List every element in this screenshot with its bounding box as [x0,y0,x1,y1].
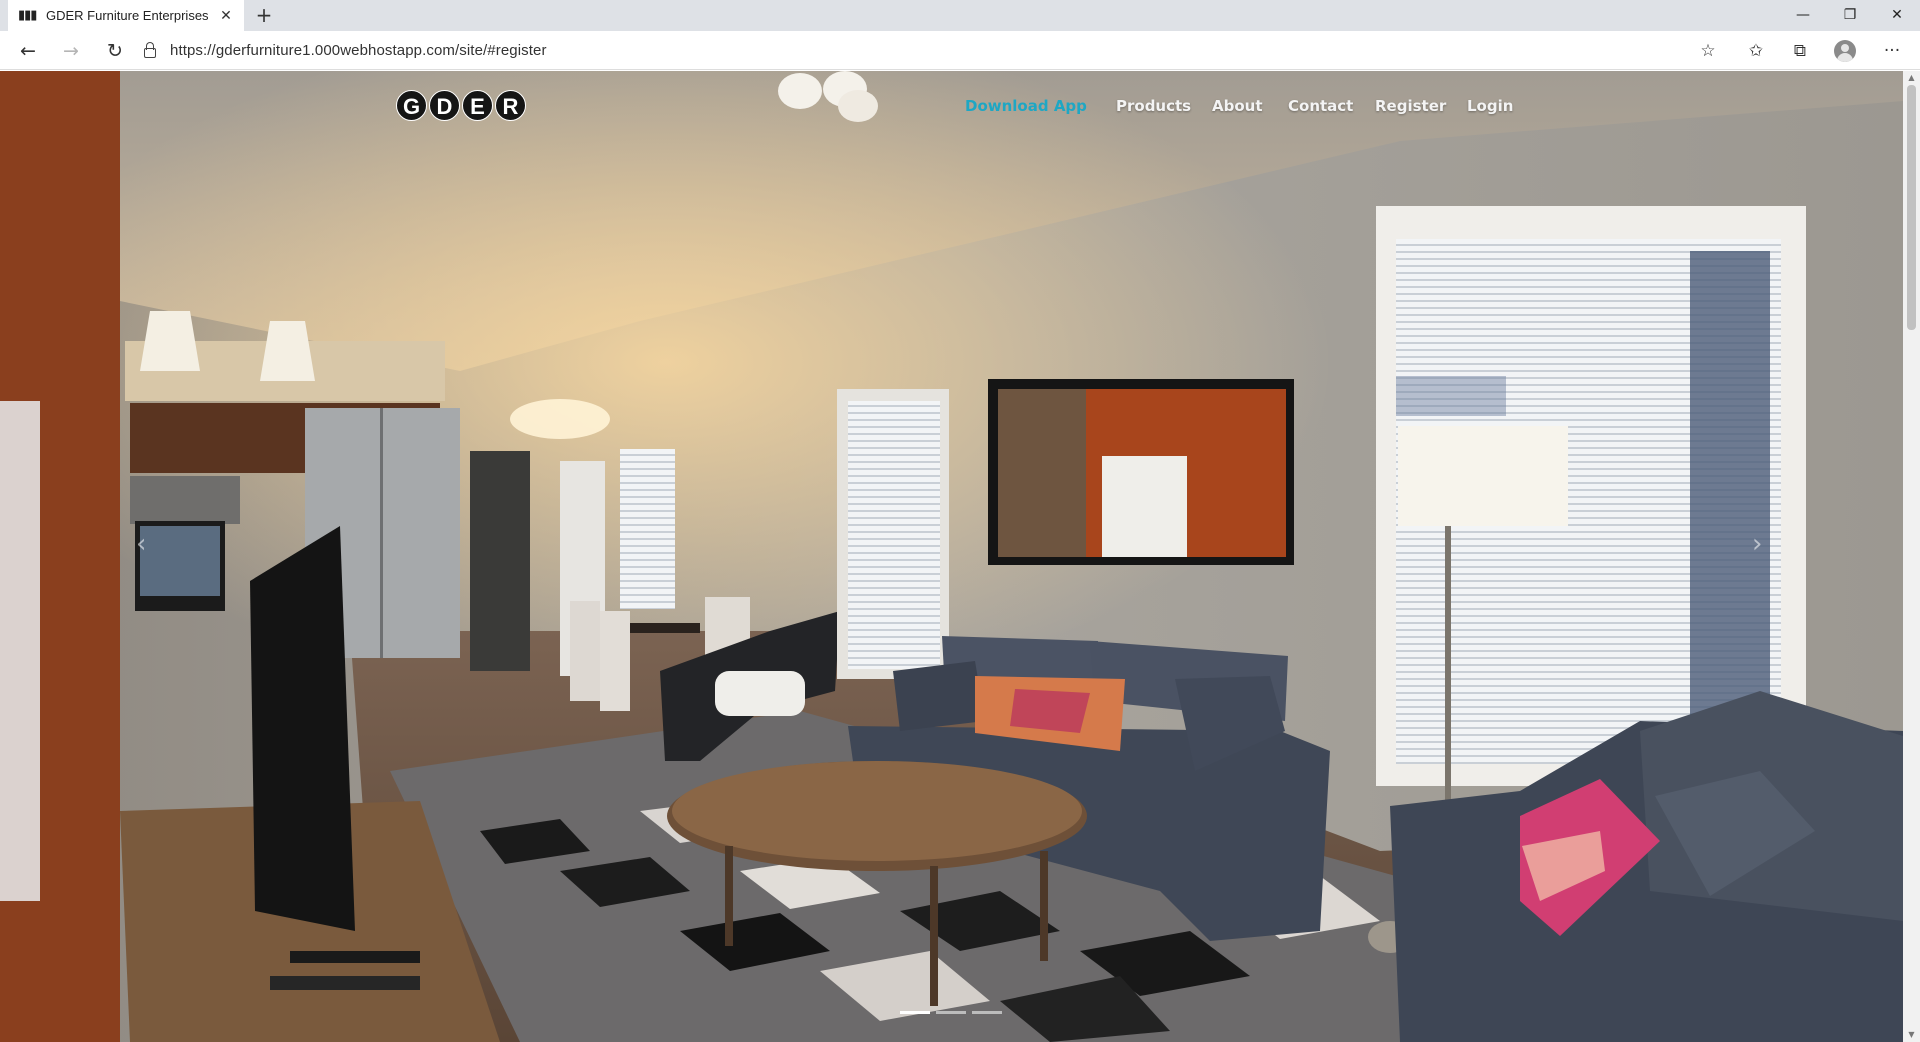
favorites-icon[interactable]: ✩ [1742,37,1770,65]
hero-carousel-image [0,71,1903,1042]
logo-letter: R [495,90,526,121]
site-logo[interactable]: G D E R [396,90,526,121]
logo-letter: G [396,90,427,121]
carousel-indicator-3[interactable] [972,1011,1002,1014]
nav-about[interactable]: About [1212,97,1263,115]
collections-icon[interactable]: ⧉ [1786,37,1814,65]
scroll-up-icon[interactable]: ▲ [1903,71,1920,85]
browser-tab[interactable]: ▮▮▮ GDER Furniture Enterprises ✕ [8,0,244,31]
logo-letter: E [462,90,493,121]
more-menu-icon[interactable]: ··· [1878,37,1906,65]
living-room-photo [0,71,1903,1042]
nav-login[interactable]: Login [1467,97,1513,115]
favorite-star-icon[interactable]: ☆ [1694,37,1722,65]
profile-avatar-icon[interactable] [1834,40,1856,62]
window-close-icon[interactable]: ✕ [1874,0,1920,31]
forward-icon[interactable]: → [57,37,85,65]
site-favicon-icon: ▮▮▮ [18,8,37,23]
tab-title: GDER Furniture Enterprises [46,8,209,23]
browser-toolbar: ← → ↻ https://gderfurniture1.000webhosta… [0,31,1920,70]
carousel-indicators [900,1011,1002,1014]
close-tab-icon[interactable]: ✕ [218,8,234,24]
lock-icon[interactable] [140,40,160,60]
page-scrollbar[interactable]: ▲ ▼ [1903,71,1920,1042]
scroll-down-icon[interactable]: ▼ [1903,1028,1920,1042]
carousel-indicator-2[interactable] [936,1011,966,1014]
url-text[interactable]: https://gderfurniture1.000webhostapp.com… [170,42,547,59]
scrollbar-thumb[interactable] [1907,85,1916,330]
minimize-icon[interactable]: — [1780,0,1826,31]
new-tab-icon[interactable]: + [252,3,276,27]
address-bar[interactable]: https://gderfurniture1.000webhostapp.com… [140,35,1705,65]
restore-icon[interactable]: ❐ [1827,0,1873,31]
nav-contact[interactable]: Contact [1288,97,1353,115]
nav-download-app[interactable]: Download App [965,97,1087,115]
carousel-next-icon[interactable]: › [1752,529,1762,559]
tab-strip: ▮▮▮ GDER Furniture Enterprises ✕ + — ❐ ✕ [0,0,1920,31]
nav-products[interactable]: Products [1116,97,1191,115]
carousel-indicator-1[interactable] [900,1011,930,1014]
nav-register[interactable]: Register [1375,97,1446,115]
page-viewport: G D E R Download App Products About Cont… [0,71,1903,1042]
reload-icon[interactable]: ↻ [101,37,129,65]
back-icon[interactable]: ← [14,37,42,65]
logo-letter: D [429,90,460,121]
carousel-prev-icon[interactable]: ‹ [136,529,146,559]
